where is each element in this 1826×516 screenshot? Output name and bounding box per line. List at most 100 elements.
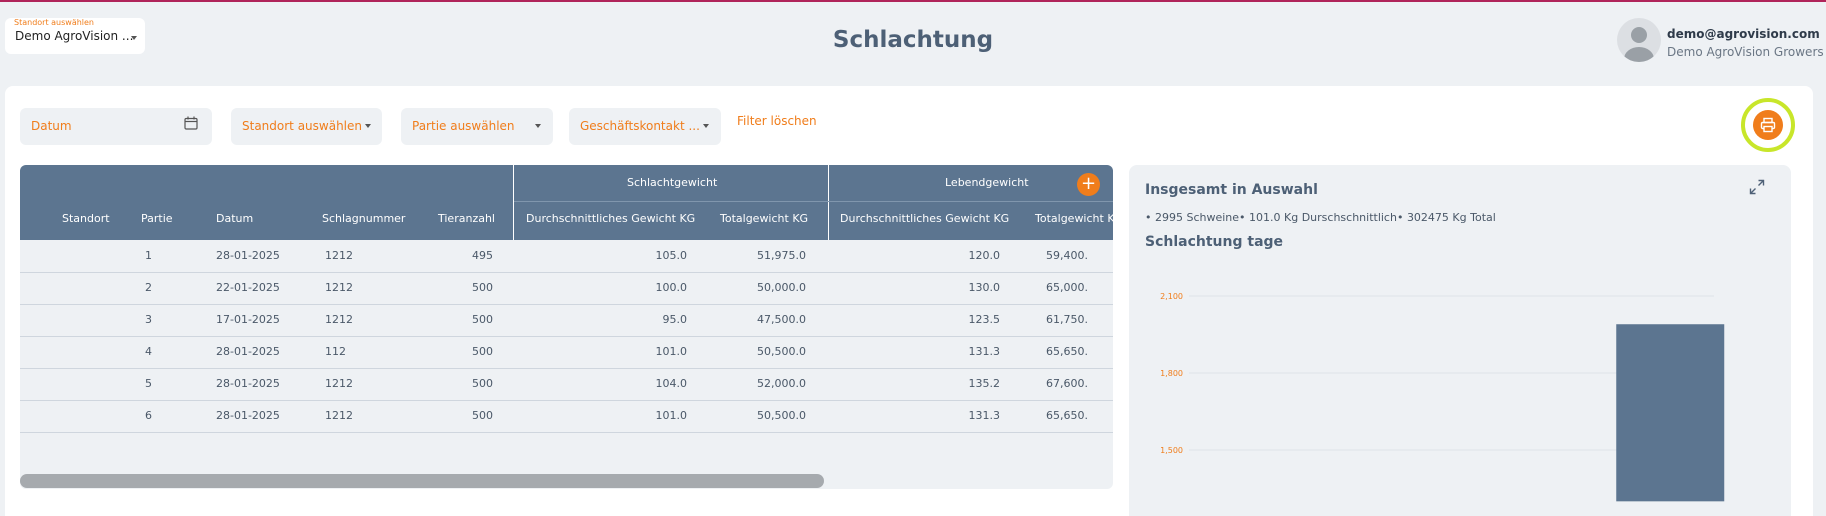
cell-lg-total: 67,600.	[1046, 377, 1088, 390]
cell-schlagnummer: 112	[325, 345, 346, 358]
batch-filter-label: Partie auswählen	[412, 119, 515, 133]
site-filter[interactable]: Standort auswählen	[231, 108, 382, 145]
chevron-down-icon	[535, 124, 541, 128]
cell-partie: 4	[145, 345, 152, 358]
contact-filter-label: Geschäftskontakt ...	[580, 119, 700, 133]
cell-tieranzahl: 500	[472, 377, 493, 390]
user-avatar-head-icon	[1631, 27, 1647, 43]
cell-lg-avg: 131.3	[968, 409, 1001, 422]
col-partie[interactable]: Partie	[141, 212, 173, 225]
cell-lg-total: 65,000.	[1046, 281, 1088, 294]
avatar[interactable]	[1617, 18, 1661, 62]
cell-sg-total: 50,500.0	[757, 345, 806, 358]
cell-datum: 28-01-2025	[216, 409, 280, 422]
page-title: Schlachtung	[832, 27, 994, 53]
contact-filter[interactable]: Geschäftskontakt ...	[569, 108, 721, 145]
printer-icon	[1760, 117, 1776, 133]
cell-tieranzahl: 500	[472, 345, 493, 358]
cell-partie: 6	[145, 409, 152, 422]
cell-lg-total: 59,400.	[1046, 249, 1088, 262]
cell-tieranzahl: 500	[472, 313, 493, 326]
table-row[interactable]: 1 28-01-2025 1212 495 105.0 51,975.0 120…	[20, 241, 1113, 273]
cell-partie: 5	[145, 377, 152, 390]
batch-filter[interactable]: Partie auswählen	[401, 108, 553, 145]
clear-filters-link[interactable]: Filter löschen	[737, 114, 817, 128]
cell-datum: 28-01-2025	[216, 345, 280, 358]
cell-sg-avg: 101.0	[655, 345, 688, 358]
cell-lg-avg: 135.2	[968, 377, 1001, 390]
print-button[interactable]	[1753, 110, 1783, 140]
add-column-button[interactable]: +	[1077, 173, 1100, 196]
y-tick-label: 2,100	[1160, 292, 1183, 301]
group-header-slaughter: Schlachtgewicht	[627, 176, 718, 189]
cell-partie: 2	[145, 281, 152, 294]
cell-lg-avg: 131.3	[968, 345, 1001, 358]
print-highlight	[1741, 98, 1795, 152]
cell-schlagnummer: 1212	[325, 313, 353, 326]
col-lg-total[interactable]: Totalgewicht KG	[1035, 212, 1113, 225]
table-row[interactable]: 2 22-01-2025 1212 500 100.0 50,000.0 130…	[20, 273, 1113, 305]
y-tick-label: 1,800	[1160, 369, 1183, 378]
cell-sg-avg: 104.0	[655, 377, 688, 390]
cell-sg-total: 52,000.0	[757, 377, 806, 390]
calendar-icon[interactable]	[184, 116, 198, 130]
table-row[interactable]: 6 28-01-2025 1212 500 101.0 50,500.0 131…	[20, 401, 1113, 433]
slaughter-days-chart: 1,500 1,800 2,100	[1160, 292, 1725, 502]
plus-icon: +	[1080, 173, 1097, 194]
cell-tieranzahl: 495	[472, 249, 493, 262]
col-sg-total[interactable]: Totalgewicht KG	[720, 212, 808, 225]
col-schlagnummer[interactable]: Schlagnummer	[322, 212, 405, 225]
group-header-live: Lebendgewicht	[945, 176, 1029, 189]
chevron-down-icon	[365, 124, 371, 128]
table-header: Schlachtgewicht Lebendgewicht + Standort…	[20, 165, 1113, 240]
cell-lg-avg: 123.5	[968, 313, 1001, 326]
cell-sg-total: 50,500.0	[757, 409, 806, 422]
col-sg-avg[interactable]: Durchschnittliches Gewicht KG	[526, 212, 695, 225]
cell-sg-avg: 100.0	[655, 281, 688, 294]
column-divider	[513, 165, 514, 240]
slaughter-table: Schlachtgewicht Lebendgewicht + Standort…	[20, 165, 1113, 489]
cell-tieranzahl: 500	[472, 409, 493, 422]
col-datum[interactable]: Datum	[216, 212, 253, 225]
col-tieranzahl[interactable]: Tieranzahl	[438, 212, 495, 225]
user-org: Demo AgroVision Growers	[1667, 45, 1824, 59]
cell-sg-total: 50,000.0	[757, 281, 806, 294]
table-row[interactable]: 3 17-01-2025 1212 500 95.0 47,500.0 123.…	[20, 305, 1113, 337]
cell-lg-total: 61,750.	[1046, 313, 1088, 326]
user-avatar-body-icon	[1624, 47, 1654, 62]
summary-card: Insgesamt in Auswahl • 2995 Schweine• 10…	[1129, 165, 1791, 516]
cell-lg-total: 65,650.	[1046, 409, 1088, 422]
cell-datum: 28-01-2025	[216, 377, 280, 390]
horizontal-scrollbar[interactable]	[20, 474, 824, 488]
col-standort[interactable]: Standort	[62, 212, 110, 225]
cell-schlagnummer: 1212	[325, 249, 353, 262]
cell-datum: 28-01-2025	[216, 249, 280, 262]
cell-sg-total: 51,975.0	[757, 249, 806, 262]
column-divider	[828, 165, 829, 240]
cell-partie: 3	[145, 313, 152, 326]
cell-lg-total: 65,650.	[1046, 345, 1088, 358]
cell-tieranzahl: 500	[472, 281, 493, 294]
cell-schlagnummer: 1212	[325, 377, 353, 390]
top-accent-line	[0, 0, 1826, 2]
cell-schlagnummer: 1212	[325, 409, 353, 422]
cell-lg-avg: 120.0	[968, 249, 1001, 262]
site-filter-label: Standort auswählen	[242, 119, 362, 133]
cell-datum: 22-01-2025	[216, 281, 280, 294]
table-row[interactable]: 5 28-01-2025 1212 500 104.0 52,000.0 135…	[20, 369, 1113, 401]
cell-datum: 17-01-2025	[216, 313, 280, 326]
y-tick-label: 1,500	[1160, 446, 1183, 455]
cell-sg-avg: 105.0	[655, 249, 688, 262]
cell-sg-total: 47,500.0	[757, 313, 806, 326]
chart-bar[interactable]	[1616, 324, 1725, 502]
table-row[interactable]: 4 28-01-2025 112 500 101.0 50,500.0 131.…	[20, 337, 1113, 369]
cell-sg-avg: 95.0	[662, 313, 688, 326]
cell-schlagnummer: 1212	[325, 281, 353, 294]
site-select-label: Standort auswählen	[14, 18, 94, 27]
chevron-down-icon	[703, 124, 709, 128]
cell-partie: 1	[145, 249, 152, 262]
date-filter[interactable]: Datum	[20, 108, 212, 145]
col-lg-avg[interactable]: Durchschnittliches Gewicht KG	[840, 212, 1009, 225]
user-email: demo@agrovision.com	[1667, 27, 1820, 41]
cell-sg-avg: 101.0	[655, 409, 688, 422]
